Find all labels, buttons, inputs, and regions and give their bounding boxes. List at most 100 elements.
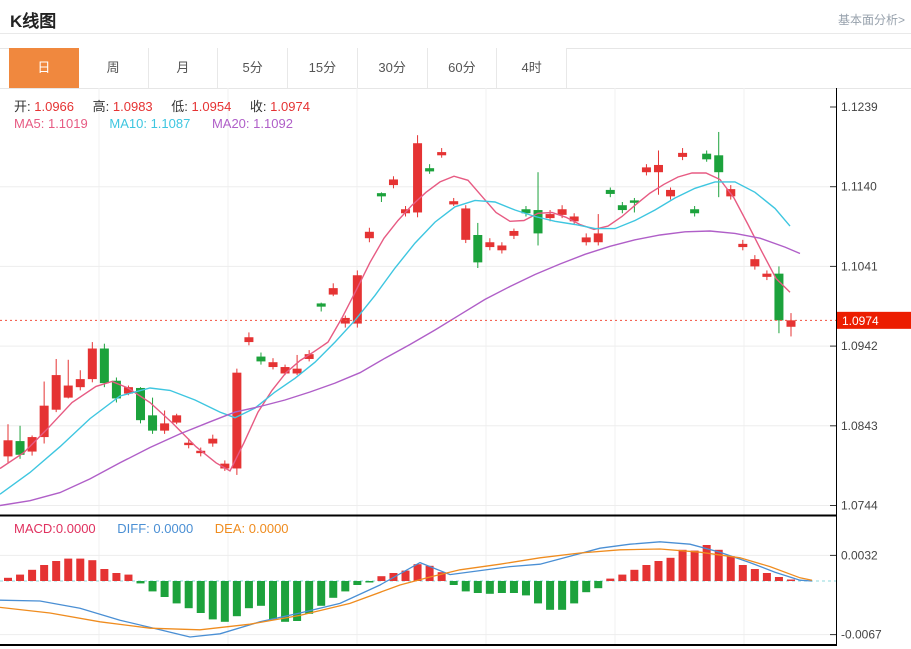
macd-bar xyxy=(329,581,338,598)
ma20-line xyxy=(0,230,801,507)
macd-bar xyxy=(208,581,217,620)
candle-body xyxy=(786,320,796,327)
candle-body xyxy=(750,259,760,267)
tab-5分[interactable]: 5分 xyxy=(218,48,288,88)
macd-bar xyxy=(546,581,555,610)
candle-body xyxy=(545,214,555,219)
macd-bar xyxy=(473,581,482,593)
macd-bar xyxy=(136,581,145,584)
candle-body xyxy=(256,356,266,362)
candle-body xyxy=(172,415,182,423)
macd-bar xyxy=(353,581,362,585)
candle-body xyxy=(666,189,676,197)
candle-body xyxy=(376,193,386,197)
candle-body xyxy=(437,152,447,156)
candle-body xyxy=(425,168,435,172)
macd-bar xyxy=(112,573,121,581)
macd-bar xyxy=(461,581,470,592)
tab-60分[interactable]: 60分 xyxy=(427,48,498,88)
candle-body xyxy=(328,288,338,295)
macd-histogram-layer xyxy=(4,545,795,622)
price-badge-label: 1.0974 xyxy=(842,314,879,328)
candle-body xyxy=(87,348,97,380)
macd-bar xyxy=(40,565,49,581)
macd-bar xyxy=(570,581,579,604)
candle-body xyxy=(292,368,302,374)
macd-bar xyxy=(678,549,687,581)
macd-bar xyxy=(666,557,675,581)
macd-bar xyxy=(594,581,603,589)
macd-bar xyxy=(148,581,157,592)
candle-body xyxy=(678,152,688,157)
candle-body xyxy=(473,235,483,263)
tab-月[interactable]: 月 xyxy=(148,48,219,88)
fundamental-analysis-link[interactable]: 基本面分析> xyxy=(838,11,905,28)
macd-bar xyxy=(497,581,506,593)
candle-body xyxy=(738,243,748,248)
macd-tick-label: 0.0032 xyxy=(841,548,878,562)
candle-body xyxy=(714,155,724,173)
macd-tick-label: -0.0067 xyxy=(841,628,882,642)
candle-body xyxy=(51,375,61,410)
candle-body xyxy=(316,303,326,307)
candle-body xyxy=(762,273,772,277)
candle-body xyxy=(99,348,109,384)
candle-body xyxy=(702,153,712,160)
macd-bar xyxy=(305,581,314,614)
candle-body xyxy=(75,379,85,388)
macd-bar xyxy=(341,581,350,592)
candle-body xyxy=(244,337,254,343)
macd-bar xyxy=(172,581,181,604)
macd-bar xyxy=(606,578,615,581)
macd-bar xyxy=(184,581,193,609)
candle-body xyxy=(605,189,615,194)
macd-bar xyxy=(88,560,97,581)
candle-body xyxy=(557,209,567,215)
candle-body xyxy=(268,362,278,368)
tab-4时[interactable]: 4时 xyxy=(497,48,567,88)
macd-bar xyxy=(774,577,783,581)
candle-body xyxy=(63,385,73,398)
macd-bar xyxy=(196,581,205,613)
candle-body xyxy=(364,231,374,239)
tab-周[interactable]: 周 xyxy=(78,48,149,88)
macd-bar xyxy=(52,561,61,581)
tab-15分[interactable]: 15分 xyxy=(288,48,358,88)
macd-bar xyxy=(317,581,326,606)
macd-bar xyxy=(28,569,37,581)
macd-bar xyxy=(642,565,651,581)
macd-bar xyxy=(449,581,458,585)
macd-bar xyxy=(534,581,543,604)
kline-chart-svg[interactable]: 1.1239 1.1140 1.1041 1.0942 1.0843 1.0744 0.00… xyxy=(0,88,911,649)
candle-body xyxy=(509,230,519,236)
macd-bar xyxy=(256,581,265,606)
tab-30分[interactable]: 30分 xyxy=(357,48,428,88)
macd-bar xyxy=(377,576,386,581)
macd-bar xyxy=(582,581,591,593)
candle-body xyxy=(232,372,242,469)
price-tick-label: 1.0843 xyxy=(841,419,878,433)
axis-labels-layer: 1.1239 1.1140 1.1041 1.0942 1.0843 1.0744 0.00… xyxy=(830,100,882,642)
candles-layer xyxy=(3,131,796,475)
macd-bar xyxy=(786,579,795,581)
candle-body xyxy=(497,245,507,251)
macd-bar xyxy=(750,569,759,581)
candle-body xyxy=(593,233,603,243)
macd-bar xyxy=(738,565,747,581)
candle-body xyxy=(461,208,471,240)
macd-bar xyxy=(269,581,278,620)
macd-bar xyxy=(76,558,85,581)
price-tick-label: 1.1140 xyxy=(841,180,877,194)
candle-body xyxy=(485,242,495,248)
page-title: K线图 xyxy=(10,12,57,31)
price-tick-label: 1.1239 xyxy=(841,100,878,114)
candle-body xyxy=(449,201,459,205)
candle-body xyxy=(136,387,146,421)
macd-bar xyxy=(4,577,12,581)
tab-日[interactable]: 日 xyxy=(9,48,79,88)
candle-body xyxy=(581,237,591,243)
macd-bar xyxy=(100,569,109,581)
macd-bar xyxy=(64,558,73,581)
candle-body xyxy=(160,423,170,431)
macd-bar xyxy=(244,581,253,609)
